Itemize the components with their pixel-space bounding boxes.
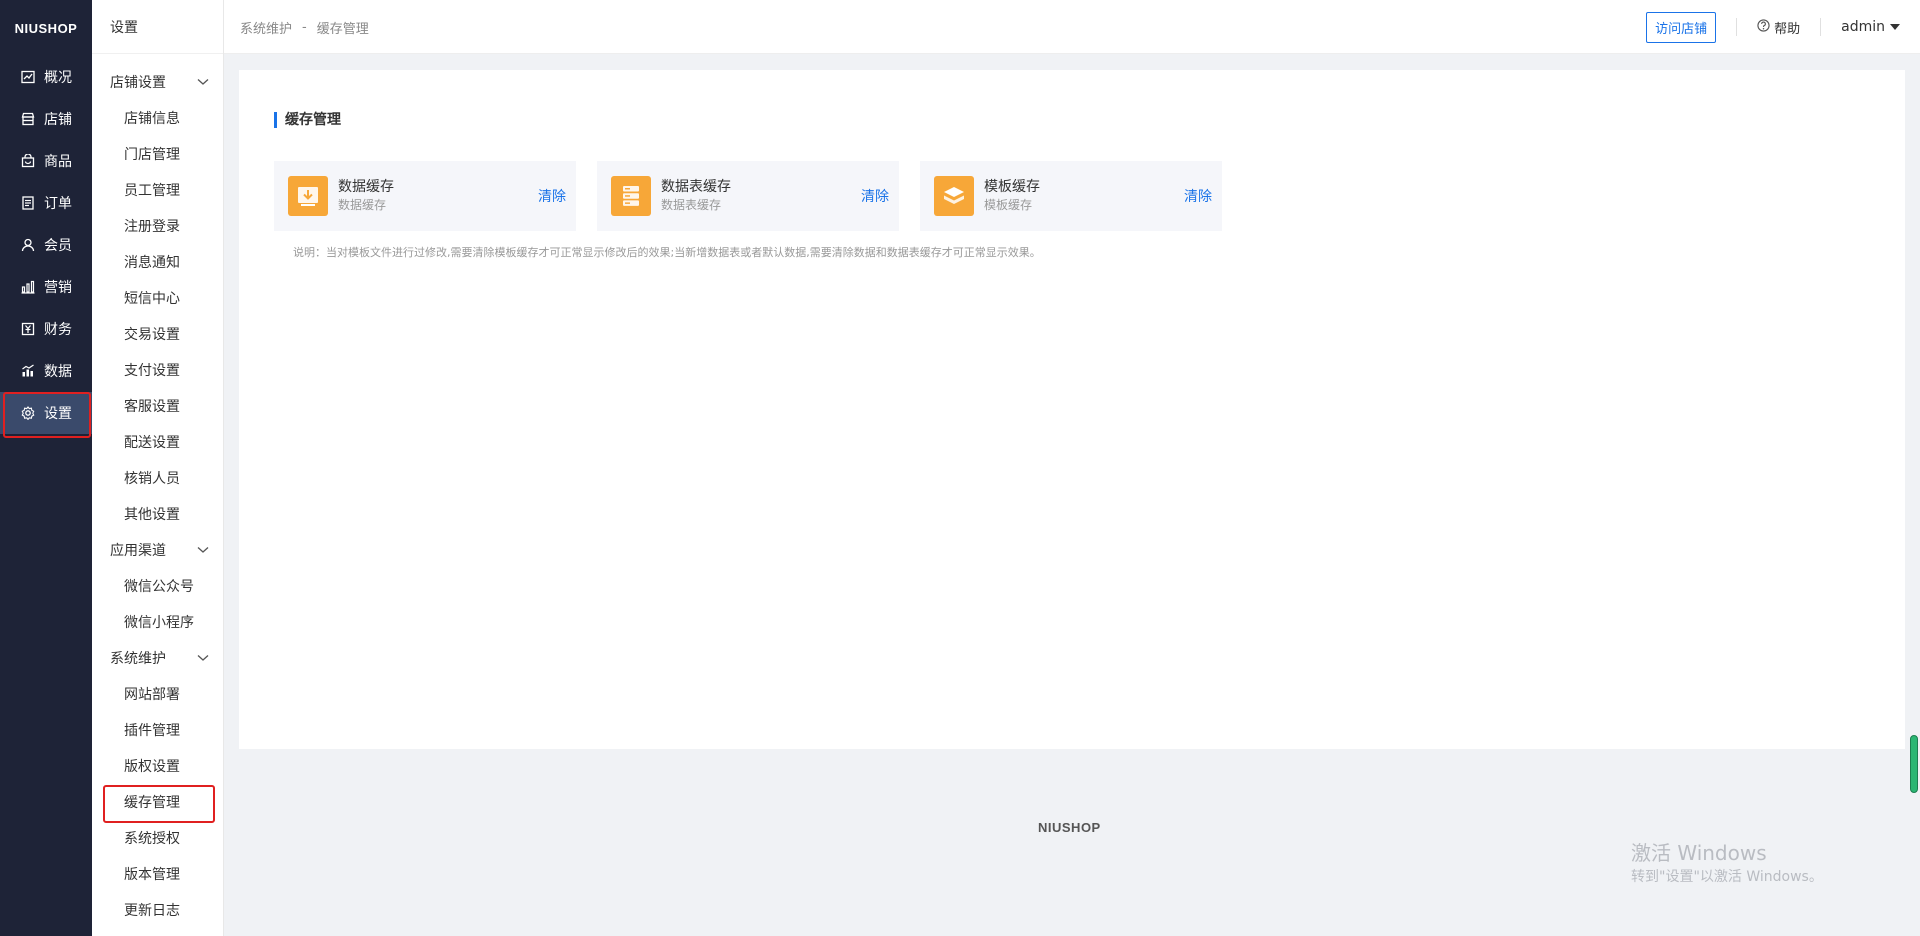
watermark-title: 激活 Windows (1631, 841, 1767, 865)
visit-store-button[interactable]: 访问店铺 (1646, 11, 1717, 43)
divider (1820, 18, 1822, 36)
sidebar-item-register-login[interactable]: 注册登录 (92, 208, 223, 244)
chevron-down-icon (197, 650, 209, 666)
settings-sidebar: 设置 店铺设置 店铺信息 门店管理 员工管理 注册登录 消息通知 短信中心 交易… (92, 0, 224, 936)
breadcrumb-parent[interactable]: 系统维护 (240, 18, 292, 37)
goods-icon (20, 153, 36, 169)
user-menu[interactable]: admin (1841, 19, 1900, 35)
sidebar-item-other[interactable]: 其他设置 (92, 496, 223, 532)
sidebar-title: 设置 (92, 0, 223, 54)
sidebar-item-copyright[interactable]: 版权设置 (92, 748, 223, 784)
help-icon (1757, 18, 1774, 36)
nav-item-order[interactable]: 订单 (0, 182, 92, 224)
watermark-subtitle: 转到"设置"以激活 Windows。 (1631, 869, 1823, 885)
nav-item-label: 会员 (44, 238, 72, 254)
cache-note: 说明：当对模板文件进行过修改,需要清除模板缓存才可正常显示修改后的效果;当新增数… (293, 246, 1041, 259)
windows-activation-watermark: 激活 Windows 转到"设置"以激活 Windows。 (1631, 840, 1823, 888)
store-icon (20, 111, 36, 127)
template-icon (934, 176, 974, 216)
sidebar-item-wechat-mp[interactable]: 微信公众号 (92, 568, 223, 604)
sidebar-group-label: 应用渠道 (110, 543, 166, 559)
sidebar-item-trade[interactable]: 交易设置 (92, 316, 223, 352)
member-icon (20, 237, 36, 253)
nav-item-label: 概况 (44, 70, 72, 86)
nav-item-data[interactable]: 数据 (0, 350, 92, 392)
sidebar-item-sms[interactable]: 短信中心 (92, 280, 223, 316)
download-icon (288, 176, 328, 216)
chevron-down-icon (197, 74, 209, 90)
nav-item-label: 财务 (44, 322, 72, 338)
cache-card-template: 模板缓存 模板缓存 清除 (920, 161, 1222, 231)
sidebar-item-wechat-app[interactable]: 微信小程序 (92, 604, 223, 640)
cache-desc: 数据表缓存 (661, 198, 722, 212)
footer-logo: NIUSHOP (1038, 820, 1101, 835)
cache-name: 数据缓存 (338, 179, 394, 195)
sidebar-item-delivery[interactable]: 配送设置 (92, 424, 223, 460)
breadcrumb-separator: - (302, 19, 307, 35)
breadcrumb: 系统维护 - 缓存管理 (240, 0, 369, 54)
help-label: 帮助 (1774, 21, 1801, 37)
cache-desc: 模板缓存 (984, 198, 1033, 212)
database-icon (611, 176, 651, 216)
nav-item-overview[interactable]: 概况 (0, 56, 92, 98)
sidebar-item-verifier[interactable]: 核销人员 (92, 460, 223, 496)
nav-item-label: 数据 (44, 364, 72, 380)
section-title: 缓存管理 (274, 112, 341, 128)
data-icon (20, 363, 36, 379)
nav-item-store[interactable]: 店铺 (0, 98, 92, 140)
cache-desc: 数据缓存 (338, 198, 387, 212)
sidebar-group-label: 系统维护 (110, 651, 166, 667)
nav-item-marketing[interactable]: 营销 (0, 266, 92, 308)
sidebar-item-license[interactable]: 系统授权 (92, 820, 223, 856)
nav-item-label: 订单 (44, 196, 72, 212)
marketing-icon (20, 279, 36, 295)
sidebar-item-version[interactable]: 版本管理 (92, 856, 223, 892)
sidebar-item-changelog[interactable]: 更新日志 (92, 892, 223, 928)
sidebar-item-cache[interactable]: 缓存管理 (92, 784, 223, 823)
clear-data-cache-button[interactable]: 清除 (538, 186, 566, 206)
gear-icon (20, 405, 36, 421)
nav-item-member[interactable]: 会员 (0, 224, 92, 266)
chevron-down-icon (197, 542, 209, 558)
nav-item-label: 设置 (44, 406, 72, 422)
nav-item-settings[interactable]: 设置 (0, 392, 92, 438)
nav-item-finance[interactable]: 财务 (0, 308, 92, 350)
sidebar-item-store-manage[interactable]: 门店管理 (92, 136, 223, 172)
sidebar-group-store-settings[interactable]: 店铺设置 (92, 64, 223, 100)
cache-card-data: 数据缓存 数据缓存 清除 (274, 161, 576, 231)
breadcrumb-current: 缓存管理 (316, 21, 369, 37)
nav-item-label: 营销 (44, 280, 72, 296)
main-nav: NIUSHOP 概况 店铺 商品 订单 会员 营销 财务 数据 设置 (0, 0, 92, 936)
sidebar-item-staff[interactable]: 员工管理 (92, 172, 223, 208)
clear-template-cache-button[interactable]: 清除 (1184, 186, 1212, 206)
cache-card-table: 数据表缓存 数据表缓存 清除 (597, 161, 899, 231)
finance-icon (20, 321, 36, 337)
nav-item-label: 店铺 (44, 112, 72, 128)
sidebar-item-pay[interactable]: 支付设置 (92, 352, 223, 388)
nav-item-goods[interactable]: 商品 (0, 140, 92, 182)
overview-icon (20, 69, 36, 85)
scrollbar[interactable] (1910, 735, 1918, 793)
sidebar-item-plugins[interactable]: 插件管理 (92, 712, 223, 748)
cache-name: 模板缓存 (984, 179, 1040, 195)
sidebar-item-deploy[interactable]: 网站部署 (92, 676, 223, 712)
sidebar-item-store-info[interactable]: 店铺信息 (92, 100, 223, 136)
sidebar-group-channels[interactable]: 应用渠道 (92, 532, 223, 568)
help-link[interactable]: 帮助 (1757, 18, 1800, 37)
clear-table-cache-button[interactable]: 清除 (861, 186, 889, 206)
username: admin (1841, 19, 1885, 35)
sidebar-item-notify[interactable]: 消息通知 (92, 244, 223, 280)
content-card: 缓存管理 数据缓存 数据缓存 清除 数据表缓存 数据表缓存 清除 模板缓存 模板… (239, 70, 1905, 749)
logo[interactable]: NIUSHOP (0, 0, 92, 56)
sidebar-group-label: 店铺设置 (110, 75, 166, 91)
caret-down-icon (1890, 24, 1900, 30)
sidebar-group-maintenance[interactable]: 系统维护 (92, 640, 223, 676)
nav-item-label: 商品 (44, 154, 72, 170)
order-icon (20, 195, 36, 211)
cache-name: 数据表缓存 (661, 179, 731, 195)
sidebar-item-service[interactable]: 客服设置 (92, 388, 223, 424)
divider (1736, 18, 1738, 36)
top-header: 系统维护 - 缓存管理 访问店铺 帮助 admin (224, 0, 1920, 54)
